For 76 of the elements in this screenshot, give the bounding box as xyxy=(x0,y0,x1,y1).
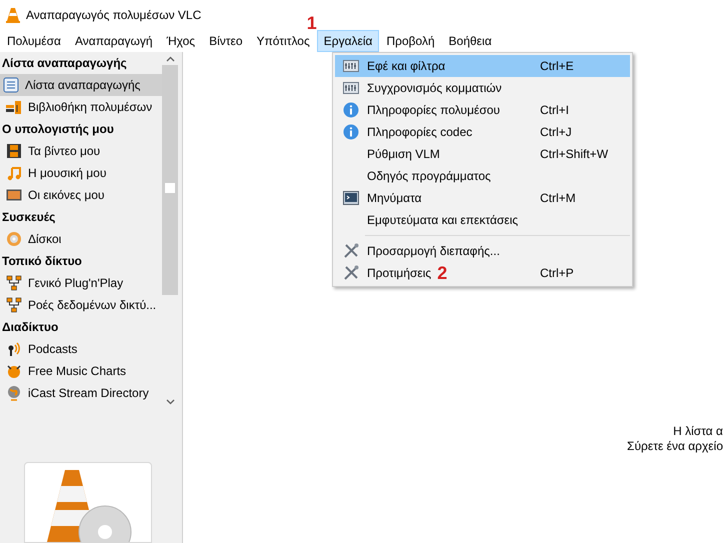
sidebar-item[interactable]: Τα βίντεο μου xyxy=(0,140,162,162)
menu-entry-label: Προσαρμογή διεπαφής... xyxy=(367,243,500,260)
library-icon xyxy=(6,99,22,115)
menu-entry-label: Ρύθμιση VLM xyxy=(367,146,440,163)
sidebar-item[interactable]: Λίστα αναπαραγωγής xyxy=(0,74,162,96)
disc-icon xyxy=(6,231,22,247)
equalizer-icon xyxy=(343,82,359,94)
sidebar-heading: Λίστα αναπαραγωγής xyxy=(1,55,128,72)
terminal-icon xyxy=(343,191,359,205)
menu-entry-label: Οδηγός προγράμματος xyxy=(367,168,491,185)
menu-entry-label: Εμφυτεύματα και επεκτάσεις xyxy=(367,212,518,229)
sidebar-heading: Ο υπολογιστής μου xyxy=(1,121,115,138)
menu-entry[interactable]: Προτιμήσεις 2 Ctrl+P xyxy=(335,262,630,284)
equalizer-icon xyxy=(343,60,359,72)
sidebar-item[interactable]: Βιβλιοθήκη πολυμέσων xyxy=(0,96,162,118)
menu-item[interactable]: Προβολή xyxy=(379,30,442,52)
info-icon xyxy=(343,124,359,140)
sidebar-item[interactable]: Οι εικόνες μου xyxy=(0,184,162,206)
menu-entry[interactable]: Πληροφορίες codec Ctrl+J xyxy=(335,121,630,143)
menu-entry[interactable]: Πληροφορίες πολυμέσου Ctrl+I xyxy=(335,99,630,121)
playlist-empty-text: Η λίστα α xyxy=(673,424,723,439)
annotation-number: 2 xyxy=(437,264,448,282)
menu-item[interactable]: Υπότιτλος xyxy=(250,30,317,52)
annotation-number: 1 xyxy=(306,14,317,32)
network-icon xyxy=(6,275,22,291)
menu-entry[interactable]: Οδηγός προγράμματος xyxy=(335,165,630,187)
shortcut-text: Ctrl+I xyxy=(540,102,570,119)
sidebar-item[interactable]: Η μουσική μου xyxy=(0,162,162,184)
menu-entry[interactable]: Μηνύματα Ctrl+M xyxy=(335,187,630,209)
window-title: Αναπαραγωγός πολυμέσων VLC xyxy=(26,7,202,24)
list-icon xyxy=(3,77,19,93)
music-note-icon xyxy=(6,165,22,181)
menu-item[interactable]: Εργαλεία xyxy=(316,30,380,52)
menu-item[interactable]: Ήχος xyxy=(160,30,202,52)
scroll-down-icon[interactable] xyxy=(166,399,174,405)
shortcut-text: Ctrl+P xyxy=(540,265,574,282)
music-ball-icon xyxy=(6,363,22,379)
menu-entry-label: Συγχρονισμός κομματιών xyxy=(367,80,502,97)
playlist-empty-text: Σύρετε ένα αρχείο xyxy=(627,439,723,454)
sidebar-item[interactable]: Free Music Charts xyxy=(0,360,162,382)
menu-item[interactable]: Βοήθεια xyxy=(442,30,499,52)
shortcut-text: Ctrl+E xyxy=(540,58,574,75)
shortcut-text: Ctrl+J xyxy=(540,124,572,141)
sidebar-item[interactable]: iCast Stream Directory xyxy=(0,382,162,404)
menu-entry[interactable]: Συγχρονισμός κομματιών xyxy=(335,77,630,99)
tools-icon xyxy=(343,265,359,281)
menu-entry[interactable]: Προσαρμογή διεπαφής... xyxy=(335,240,630,262)
menu-entry-label: Μηνύματα xyxy=(367,190,422,207)
podcast-icon xyxy=(6,341,22,357)
menu-entry-label: Εφέ και φίλτρα xyxy=(367,58,446,75)
shortcut-text: Ctrl+Shift+W xyxy=(540,146,608,163)
traffic-cone-icon xyxy=(6,7,20,23)
picture-icon xyxy=(6,188,22,202)
sidebar-item[interactable]: Δίσκοι xyxy=(0,228,162,250)
film-icon xyxy=(6,143,22,159)
scroll-up-icon[interactable] xyxy=(166,56,174,62)
menu-entry[interactable]: Ρύθμιση VLM Ctrl+Shift+W xyxy=(335,143,630,165)
shortcut-text: Ctrl+M xyxy=(540,190,576,207)
sidebar-item[interactable]: Ροές δεδομένων δικτύ... xyxy=(0,294,162,316)
menu-item[interactable]: Πολυμέσα xyxy=(0,30,68,52)
menu-entry-label: Πληροφορίες codec xyxy=(367,124,472,141)
menu-entry-label: Πληροφορίες πολυμέσου xyxy=(367,102,500,119)
network-icon xyxy=(6,297,22,313)
sidebar-heading: Διαδίκτυο xyxy=(1,319,60,336)
tools-icon xyxy=(343,243,359,259)
sidebar-item[interactable]: Γενικό Plug'n'Play xyxy=(0,272,162,294)
menu-item[interactable]: Αναπαραγωγή xyxy=(68,30,160,52)
menu-entry-label: Προτιμήσεις xyxy=(367,265,432,282)
menu-entry[interactable]: Εμφυτεύματα και επεκτάσεις xyxy=(335,209,630,231)
globe-icon xyxy=(6,385,22,401)
sidebar-heading: Τοπικό δίκτυο xyxy=(1,253,83,270)
sidebar-item[interactable]: Podcasts xyxy=(0,338,162,360)
menu-item[interactable]: Βίντεο xyxy=(202,30,250,52)
menu-entry[interactable]: Εφέ και φίλτρα Ctrl+E xyxy=(335,55,630,77)
sidebar-heading: Συσκευές xyxy=(1,209,56,226)
info-icon xyxy=(343,102,359,118)
